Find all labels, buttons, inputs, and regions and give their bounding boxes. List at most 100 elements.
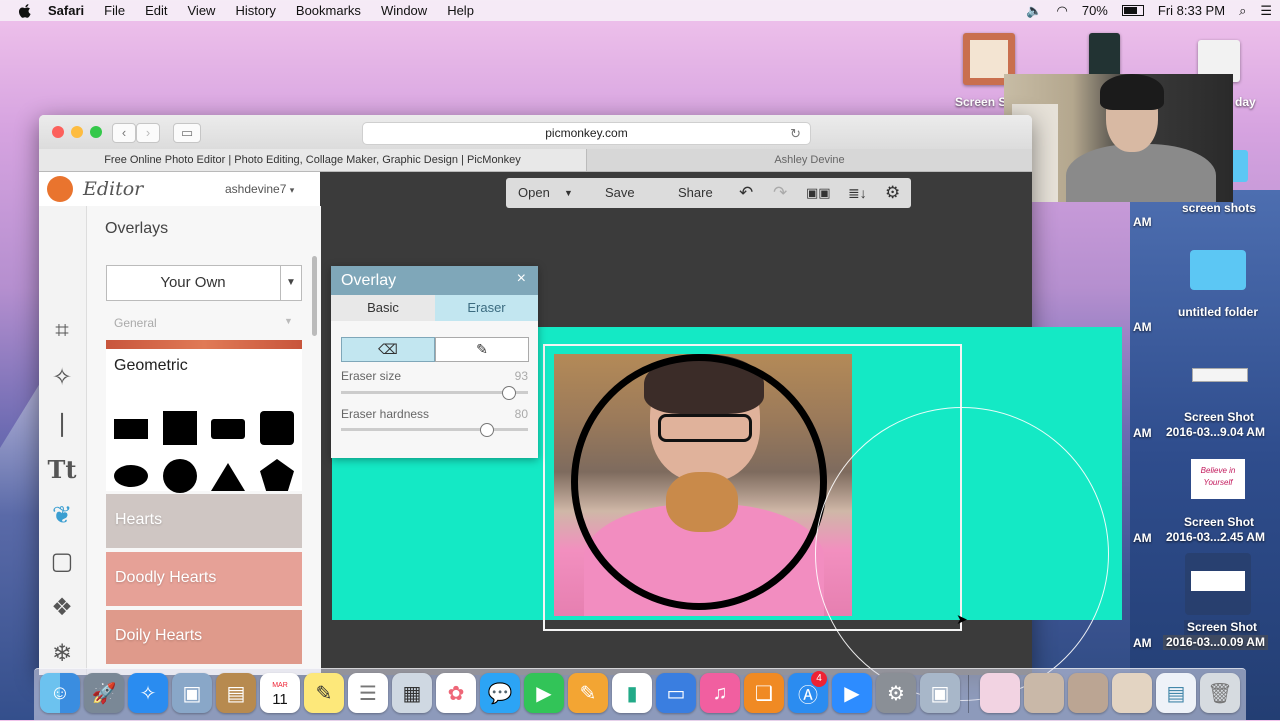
close-window-button[interactable] xyxy=(52,126,64,138)
brush-icon[interactable]: ❘ xyxy=(47,408,77,438)
reminders-icon[interactable]: ☰ xyxy=(348,673,388,713)
downloads-stack-icon[interactable] xyxy=(980,673,1020,713)
menu-app-name[interactable]: Safari xyxy=(48,3,84,18)
spotlight-search-icon[interactable]: ⌕ xyxy=(1239,3,1246,19)
redo-icon[interactable]: ↷ xyxy=(773,178,787,208)
finder-icon[interactable]: ☺ xyxy=(40,673,80,713)
messages-icon[interactable]: 💬 xyxy=(480,673,520,713)
desktop-label-screenshot-title[interactable]: Screen Shot xyxy=(1184,620,1261,635)
overlay-category-hearts[interactable]: Hearts xyxy=(106,494,302,548)
menu-history[interactable]: History xyxy=(235,3,275,18)
chevron-down-icon[interactable]: ▼ xyxy=(564,178,573,208)
desktop-label-screenshot-date[interactable]: 2016-03...0.09 AM xyxy=(1163,635,1268,650)
text-icon[interactable]: Tt xyxy=(47,454,77,484)
magic-wand-icon[interactable]: ✧ xyxy=(47,362,77,392)
save-button[interactable]: Save xyxy=(605,178,635,208)
notification-center-icon[interactable]: ☰ xyxy=(1260,3,1272,19)
forward-button[interactable]: › xyxy=(136,123,160,143)
undo-icon[interactable]: ↶ xyxy=(739,178,753,208)
layers-icon[interactable]: ≣↓ xyxy=(848,178,867,208)
general-select[interactable]: General xyxy=(114,316,157,330)
sidebar-toggle-button[interactable]: ▭ xyxy=(173,123,201,143)
desktop-label-screenshot-title[interactable]: Screen Shot xyxy=(1184,515,1254,530)
minimize-window-button[interactable] xyxy=(71,126,83,138)
contacts-icon[interactable]: ▤ xyxy=(216,673,256,713)
tab-basic[interactable]: Basic xyxy=(331,295,435,321)
numbers-icon[interactable]: ▮ xyxy=(612,673,652,713)
wifi-icon[interactable]: ◠ xyxy=(1057,3,1068,19)
desktop-file-selected[interactable] xyxy=(1185,553,1251,615)
circle-shape[interactable] xyxy=(163,459,197,493)
menu-view[interactable]: View xyxy=(188,3,216,18)
editor-logo-text[interactable]: Editor xyxy=(83,178,143,200)
reload-icon[interactable]: ↻ xyxy=(790,123,801,144)
texture-icon[interactable]: ❖ xyxy=(47,592,77,622)
desktop-label-screenshot-date[interactable]: 2016-03...9.04 AM xyxy=(1166,425,1265,440)
chevron-down-icon[interactable]: ▼ xyxy=(284,316,293,326)
rounded-rectangle-shape[interactable] xyxy=(211,419,245,439)
your-own-dropdown[interactable]: Your Own ▼ xyxy=(106,265,302,301)
trash-icon[interactable]: 🗑 xyxy=(1200,673,1240,713)
eraser-mode-button[interactable]: ⌫ xyxy=(341,337,435,362)
overlay-dialog-header[interactable]: Overlay × xyxy=(331,266,538,295)
panel-scrollbar[interactable] xyxy=(312,256,317,336)
desktop-file-thumbnail[interactable]: Believe in Yourself xyxy=(1191,459,1245,499)
volume-icon[interactable]: 🔈 xyxy=(1026,3,1042,19)
calendar-icon[interactable]: MAR 11 xyxy=(260,673,300,713)
zoom-icon[interactable]: ▶ xyxy=(832,673,872,713)
compare-images-icon[interactable]: ▣▣ xyxy=(806,178,831,208)
ibooks-icon[interactable]: ❑ xyxy=(744,673,784,713)
desktop-label-screen-shots-partial[interactable]: Screen S xyxy=(955,95,1006,110)
safari-icon[interactable]: ✧ xyxy=(128,673,168,713)
itunes-icon[interactable]: ♫ xyxy=(700,673,740,713)
circle-overlay-ring[interactable] xyxy=(571,354,827,610)
facetime-icon[interactable]: ▶ xyxy=(524,673,564,713)
pentagon-shape[interactable] xyxy=(260,459,294,491)
preview-icon[interactable]: ▣ xyxy=(172,673,212,713)
battery-percent[interactable]: 70% xyxy=(1082,3,1108,18)
snowflake-icon[interactable]: ❄ xyxy=(47,638,77,668)
rounded-square-shape[interactable] xyxy=(260,411,294,445)
geometric-category[interactable]: Geometric xyxy=(106,349,302,493)
rectangle-shape[interactable] xyxy=(114,419,148,439)
address-bar[interactable]: picmonkey.com ↻ xyxy=(362,122,811,145)
launchpad-icon[interactable]: 🚀 xyxy=(84,673,124,713)
clock[interactable]: Fri 8:33 PM xyxy=(1158,3,1225,18)
desktop-label-day[interactable]: day xyxy=(1235,95,1256,110)
keynote-icon[interactable]: ▭ xyxy=(656,673,696,713)
desktop-label-screenshot-date[interactable]: 2016-03...2.45 AM xyxy=(1166,530,1265,545)
battery-icon[interactable] xyxy=(1121,5,1144,16)
back-button[interactable]: ‹ xyxy=(112,123,136,143)
apple-icon[interactable] xyxy=(18,3,32,18)
tab-picmonkey[interactable]: Free Online Photo Editor | Photo Editing… xyxy=(39,149,587,171)
gear-icon[interactable]: ⚙ xyxy=(885,178,900,208)
crop-icon[interactable]: ⌗ xyxy=(47,316,77,346)
screenshot-stack-icon[interactable] xyxy=(1112,673,1152,713)
butterfly-overlays-icon[interactable]: ❦ xyxy=(47,500,77,530)
paint-mode-button[interactable]: ✎ xyxy=(435,337,529,362)
screenshot-stack-icon[interactable] xyxy=(1024,673,1064,713)
photos-icon[interactable]: ✿ xyxy=(436,673,476,713)
pages-icon[interactable]: ✎ xyxy=(568,673,608,713)
ellipse-shape[interactable] xyxy=(114,465,148,487)
desktop-label-screen-shots[interactable]: screen shots xyxy=(1182,201,1256,216)
document-stack-icon[interactable]: ▤ xyxy=(1156,673,1196,713)
open-button[interactable]: Open xyxy=(518,178,550,208)
zoom-window-button[interactable] xyxy=(90,126,102,138)
menu-help[interactable]: Help xyxy=(447,3,474,18)
screenshot-stack-icon[interactable] xyxy=(1068,673,1108,713)
tab-ashley-devine[interactable]: Ashley Devine xyxy=(587,149,1032,171)
eraser-size-slider[interactable] xyxy=(341,391,528,394)
tab-eraser[interactable]: Eraser xyxy=(435,295,538,321)
overlay-category-doodly-hearts[interactable]: Doodly Hearts xyxy=(106,552,302,606)
image-capture-icon[interactable]: ▣ xyxy=(920,673,960,713)
eraser-hardness-slider-handle[interactable] xyxy=(480,423,494,437)
square-shape[interactable] xyxy=(163,411,197,445)
menu-edit[interactable]: Edit xyxy=(145,3,167,18)
eraser-size-slider-handle[interactable] xyxy=(502,386,516,400)
desktop-file-thumbnail[interactable] xyxy=(1192,368,1248,382)
menu-file[interactable]: File xyxy=(104,3,125,18)
overlay-category-doily-hearts[interactable]: Doily Hearts xyxy=(106,610,302,664)
folder-icon[interactable] xyxy=(1190,250,1246,290)
eraser-hardness-slider[interactable] xyxy=(341,428,528,431)
